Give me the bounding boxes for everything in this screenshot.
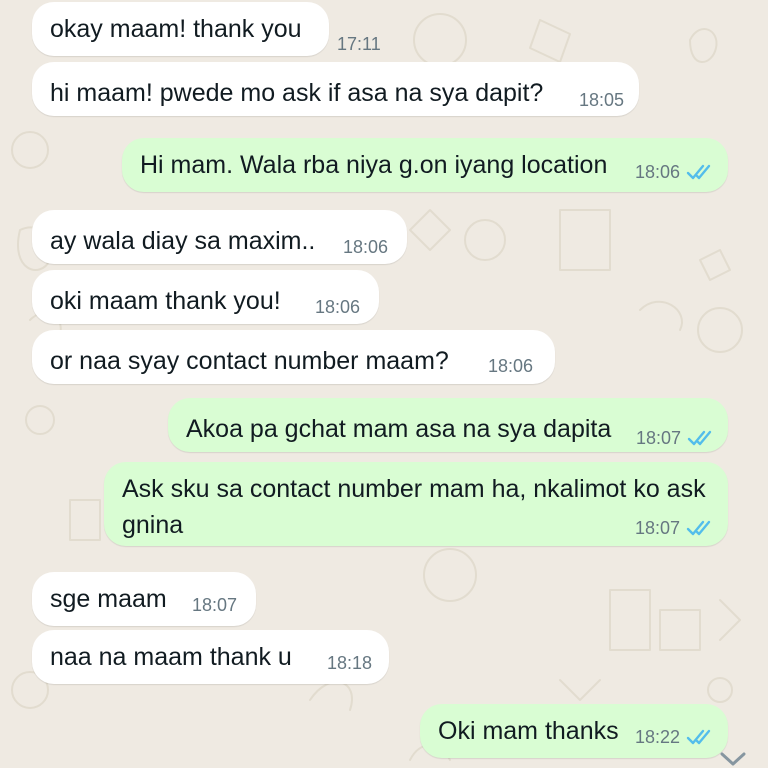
- chevron-down-icon[interactable]: [716, 750, 750, 768]
- message-meta: 18:06: [635, 162, 716, 182]
- message-text: or naa syay contact number maam?: [50, 347, 449, 375]
- message-timestamp: 17:11: [337, 34, 381, 54]
- message-meta: 18:22: [635, 727, 716, 747]
- message-meta: 18:06: [343, 237, 388, 257]
- outgoing-message-bubble[interactable]: Ask sku sa contact number mam ha, nkalim…: [104, 462, 728, 546]
- incoming-message-bubble[interactable]: sge maam 18:07: [32, 572, 256, 626]
- message-text: ay wala diay sa maxim..: [50, 227, 316, 255]
- chat-conversation[interactable]: okay maam! thank you 17:11 hi maam! pwede …: [0, 0, 768, 768]
- outgoing-message-bubble[interactable]: Oki mam thanks 18:22: [420, 704, 728, 758]
- message-timestamp: 18:06: [315, 297, 361, 317]
- message-timestamp: 18:22: [635, 727, 681, 747]
- double-check-icon: [686, 519, 716, 537]
- incoming-message-bubble[interactable]: ay wala diay sa maxim.. 18:06: [32, 210, 407, 264]
- message-meta: 18:05: [579, 90, 624, 110]
- message-meta: 18:06: [315, 297, 360, 317]
- message-timestamp: 18:06: [635, 162, 681, 182]
- message-meta: 17:11: [337, 34, 381, 54]
- incoming-message-bubble[interactable]: naa na maam thank u 18:18: [32, 630, 389, 684]
- message-timestamp: 18:18: [327, 653, 373, 673]
- message-timestamp: 18:07: [636, 428, 682, 448]
- message-timestamp: 18:07: [192, 595, 238, 615]
- message-meta: 18:07: [636, 428, 717, 448]
- outgoing-message-bubble[interactable]: Hi mam. Wala rba niya g.on iyang locatio…: [122, 138, 728, 192]
- incoming-message-bubble[interactable]: or naa syay contact number maam? 18:06: [32, 330, 555, 384]
- message-meta: 18:07: [635, 518, 716, 538]
- message-timestamp: 18:06: [343, 237, 389, 257]
- outgoing-message-bubble[interactable]: Akoa pa gchat mam asa na sya dapita 18:07: [168, 398, 728, 452]
- message-text: Ask sku sa contact number mam ha, nkalim…: [122, 475, 713, 539]
- double-check-icon: [687, 429, 717, 447]
- message-timestamp: 18:06: [488, 356, 534, 376]
- message-text: hi maam! pwede mo ask if asa na sya dapi…: [50, 79, 544, 107]
- message-meta: 18:06: [488, 356, 533, 376]
- message-timestamp: 18:07: [635, 518, 681, 538]
- double-check-icon: [686, 728, 716, 746]
- incoming-message-bubble[interactable]: hi maam! pwede mo ask if asa na sya dapi…: [32, 62, 639, 116]
- double-check-icon: [686, 163, 716, 181]
- message-text: Akoa pa gchat mam asa na sya dapita: [186, 415, 612, 443]
- message-text: naa na maam thank u: [50, 643, 292, 671]
- message-text: okay maam! thank you: [50, 15, 302, 43]
- message-timestamp: 18:05: [579, 90, 625, 110]
- incoming-message-bubble[interactable]: oki maam thank you! 18:06: [32, 270, 379, 324]
- incoming-message-bubble[interactable]: okay maam! thank you 17:11: [32, 2, 381, 56]
- message-meta: 18:07: [192, 595, 237, 615]
- message-text: Hi mam. Wala rba niya g.on iyang locatio…: [140, 151, 608, 179]
- message-meta: 18:18: [327, 653, 372, 673]
